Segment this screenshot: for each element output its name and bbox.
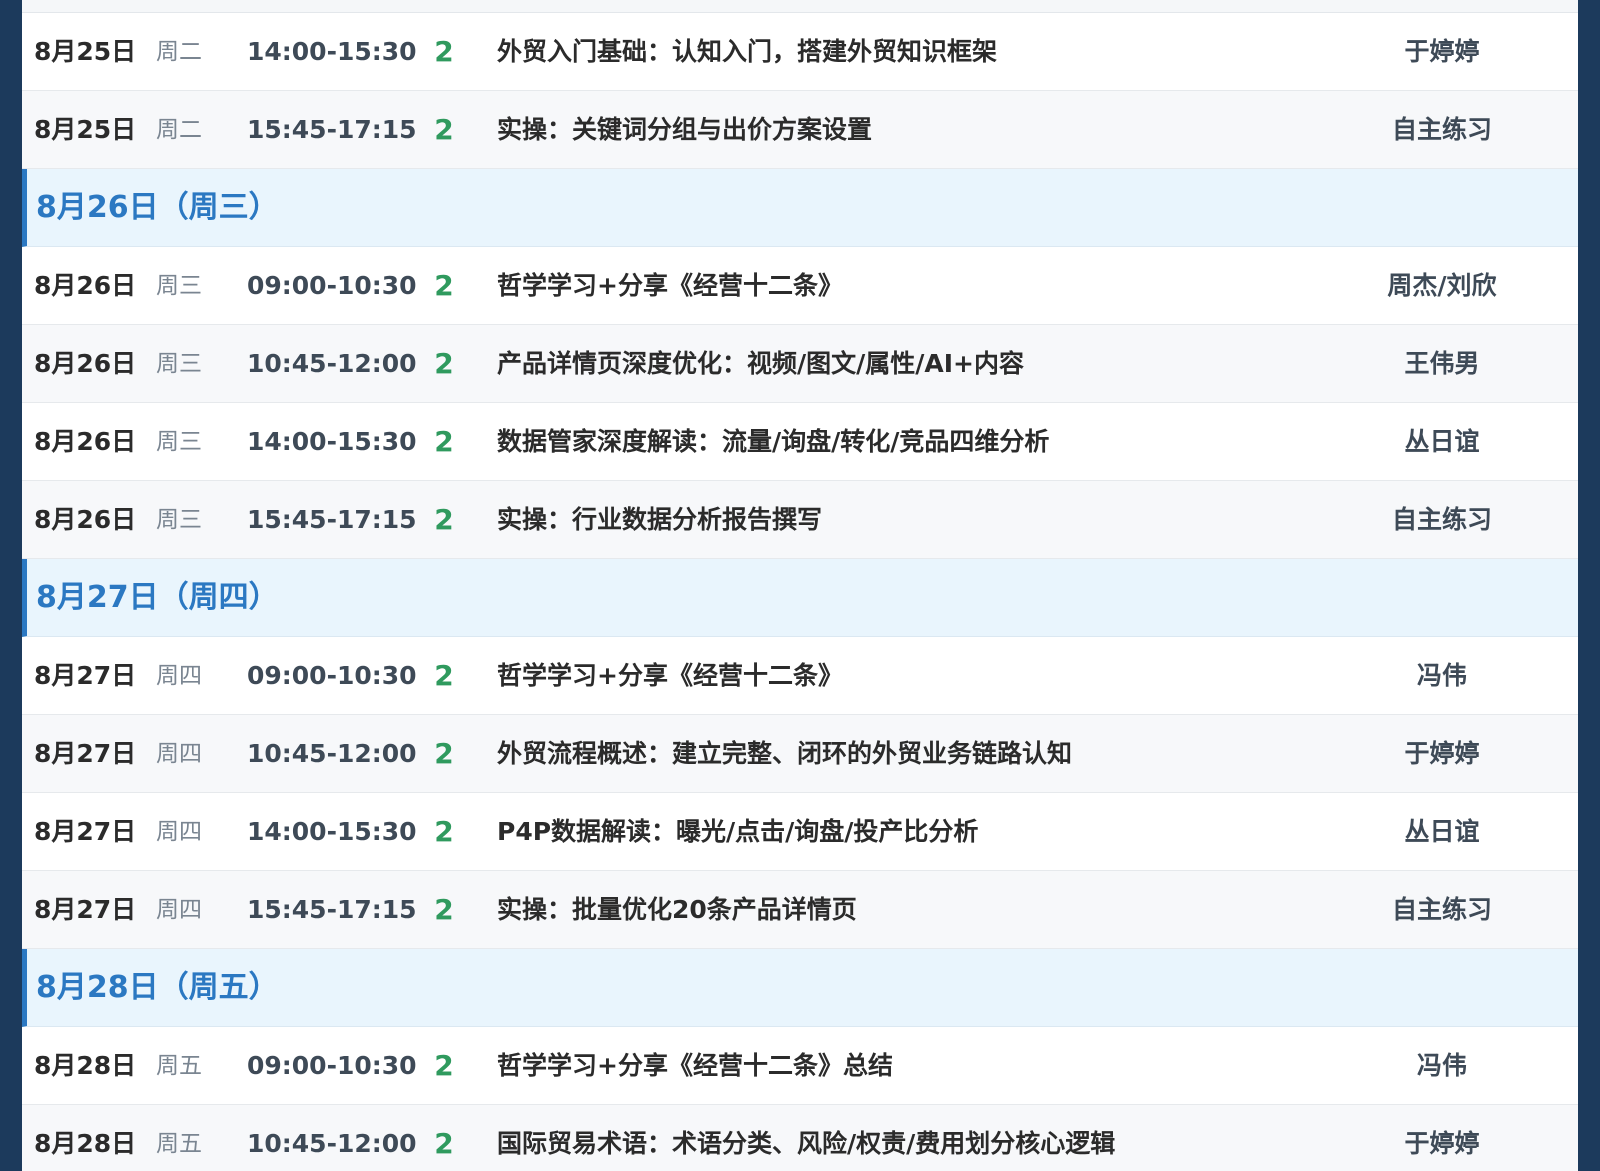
- session-date: 8月25日: [34, 37, 137, 66]
- session-row: 8月27日 周四 09:00-10:30 2 哲学学习+分享《经营十二条》 冯伟: [22, 637, 1578, 715]
- session-weekday: 周四: [156, 819, 202, 845]
- session-date: 8月25日: [34, 115, 137, 144]
- session-row: 8月27日 周四 10:45-12:00 2 外贸流程概述：建立完整、闭环的外贸业务链路…: [22, 715, 1578, 793]
- session-topic: 外贸流程概述：建立完整、闭环的外贸业务链路认知: [497, 739, 1073, 768]
- session-date: 8月27日: [34, 817, 137, 846]
- session-teacher: 于婷婷: [1404, 739, 1480, 768]
- session-topic: 数据管家深度解读：流量/询盘/转化/竞品四维分析: [497, 427, 1050, 456]
- session-time: 09:00-10:30: [247, 1051, 417, 1080]
- session-date: 8月27日: [34, 661, 137, 690]
- session-time: 15:45-17:15: [247, 895, 417, 924]
- session-time: 15:45-17:15: [247, 115, 417, 144]
- session-time: 10:45-12:00: [247, 739, 417, 768]
- session-hours: 2: [434, 815, 454, 848]
- session-date: 8月26日: [34, 349, 137, 378]
- session-hours: 2: [434, 35, 454, 68]
- session-row: 8月26日 周三 15:45-17:15 2 实操：行业数据分析报告撰写 自主练习: [22, 481, 1578, 559]
- previous-row-edge: [22, 0, 1578, 13]
- session-time: 14:00-15:30: [247, 37, 417, 66]
- session-date: 8月27日: [34, 895, 137, 924]
- session-weekday: 周五: [156, 1131, 202, 1157]
- session-row: 8月27日 周四 14:00-15:30 2 P4P数据解读：曝光/点击/询盘/投产比分…: [22, 793, 1578, 871]
- session-weekday: 周二: [156, 117, 202, 143]
- day-header-row: 8月26日（周三）: [22, 169, 1578, 247]
- session-teacher: 周杰/刘欣: [1387, 271, 1497, 300]
- session-topic: 国际贸易术语：术语分类、风险/权责/费用划分核心逻辑: [497, 1129, 1116, 1158]
- session-date: 8月26日: [34, 505, 137, 534]
- session-date: 8月26日: [34, 427, 137, 456]
- session-teacher: 冯伟: [1416, 661, 1467, 690]
- session-weekday: 周四: [156, 663, 202, 689]
- session-hours: 2: [434, 1127, 454, 1160]
- session-date: 8月26日: [34, 271, 137, 300]
- day-header-title: 8月28日（周五）: [36, 970, 279, 1005]
- session-date: 8月28日: [34, 1051, 137, 1080]
- session-topic: 哲学学习+分享《经营十二条》: [497, 271, 843, 300]
- day-header-title: 8月27日（周四）: [36, 580, 279, 615]
- session-topic: 产品详情页深度优化：视频/图文/属性/AI+内容: [497, 349, 1024, 378]
- session-time: 09:00-10:30: [247, 661, 417, 690]
- session-row: 8月27日 周四 15:45-17:15 2 实操：批量优化20条产品详情页 自主练习: [22, 871, 1578, 949]
- session-weekday: 周四: [156, 741, 202, 767]
- session-hours: 2: [434, 425, 454, 458]
- session-weekday: 周二: [156, 39, 202, 65]
- session-weekday: 周三: [156, 351, 202, 377]
- session-weekday: 周三: [156, 507, 202, 533]
- day-header-row: 8月27日（周四）: [22, 559, 1578, 637]
- session-row: 8月28日 周五 09:00-10:30 2 哲学学习+分享《经营十二条》总结 冯伟: [22, 1027, 1578, 1105]
- session-weekday: 周三: [156, 429, 202, 455]
- session-row: 8月25日 周二 15:45-17:15 2 实操：关键词分组与出价方案设置 自主练习: [22, 91, 1578, 169]
- day-header-title: 8月26日（周三）: [36, 190, 279, 225]
- session-row: 8月25日 周二 14:00-15:30 2 外贸入门基础：认知入门，搭建外贸知识框架 于…: [22, 13, 1578, 91]
- session-time: 10:45-12:00: [247, 1129, 417, 1158]
- session-topic: 外贸入门基础：认知入门，搭建外贸知识框架: [497, 37, 998, 66]
- session-time: 09:00-10:30: [247, 271, 417, 300]
- session-topic: 哲学学习+分享《经营十二条》总结: [497, 1051, 893, 1080]
- session-hours: 2: [434, 737, 454, 770]
- session-teacher: 冯伟: [1416, 1051, 1467, 1080]
- session-teacher: 于婷婷: [1404, 1129, 1480, 1158]
- session-teacher: 自主练习: [1391, 115, 1492, 144]
- session-time: 15:45-17:15: [247, 505, 417, 534]
- session-topic: 实操：批量优化20条产品详情页: [497, 895, 857, 924]
- session-time: 10:45-12:00: [247, 349, 417, 378]
- session-row: 8月28日 周五 10:45-12:00 2 国际贸易术语：术语分类、风险/权责/费用划…: [22, 1105, 1578, 1171]
- session-teacher: 丛日谊: [1404, 817, 1480, 846]
- session-weekday: 周五: [156, 1053, 202, 1079]
- session-date: 8月27日: [34, 739, 137, 768]
- schedule-table: 8月25日 周二 14:00-15:30 2 外贸入门基础：认知入门，搭建外贸知识框架于…: [22, 13, 1578, 1171]
- session-hours: 2: [434, 269, 454, 302]
- session-teacher: 自主练习: [1391, 505, 1492, 534]
- session-hours: 2: [434, 113, 454, 146]
- session-time: 14:00-15:30: [247, 427, 417, 456]
- session-teacher: 王伟男: [1404, 349, 1480, 378]
- session-teacher: 自主练习: [1391, 895, 1492, 924]
- session-row: 8月26日 周三 09:00-10:30 2 哲学学习+分享《经营十二条》 周杰/刘欣: [22, 247, 1578, 325]
- session-date: 8月28日: [34, 1129, 137, 1158]
- session-row: 8月26日 周三 10:45-12:00 2 产品详情页深度优化：视频/图文/属性/AI…: [22, 325, 1578, 403]
- session-hours: 2: [434, 1049, 454, 1082]
- session-topic: P4P数据解读：曝光/点击/询盘/投产比分析: [497, 817, 979, 846]
- session-teacher: 丛日谊: [1404, 427, 1480, 456]
- session-topic: 实操：关键词分组与出价方案设置: [497, 115, 873, 144]
- schedule-sheet: 8月25日 周二 14:00-15:30 2 外贸入门基础：认知入门，搭建外贸知识框架于…: [22, 0, 1578, 1171]
- session-topic: 实操：行业数据分析报告撰写: [497, 505, 823, 534]
- session-hours: 2: [434, 347, 454, 380]
- session-teacher: 于婷婷: [1404, 37, 1480, 66]
- session-row: 8月26日 周三 14:00-15:30 2 数据管家深度解读：流量/询盘/转化/竞品四…: [22, 403, 1578, 481]
- session-hours: 2: [434, 893, 454, 926]
- session-hours: 2: [434, 503, 454, 536]
- session-time: 14:00-15:30: [247, 817, 417, 846]
- session-weekday: 周三: [156, 273, 202, 299]
- session-topic: 哲学学习+分享《经营十二条》: [497, 661, 843, 690]
- day-header-row: 8月28日（周五）: [22, 949, 1578, 1027]
- session-hours: 2: [434, 659, 454, 692]
- session-weekday: 周四: [156, 897, 202, 923]
